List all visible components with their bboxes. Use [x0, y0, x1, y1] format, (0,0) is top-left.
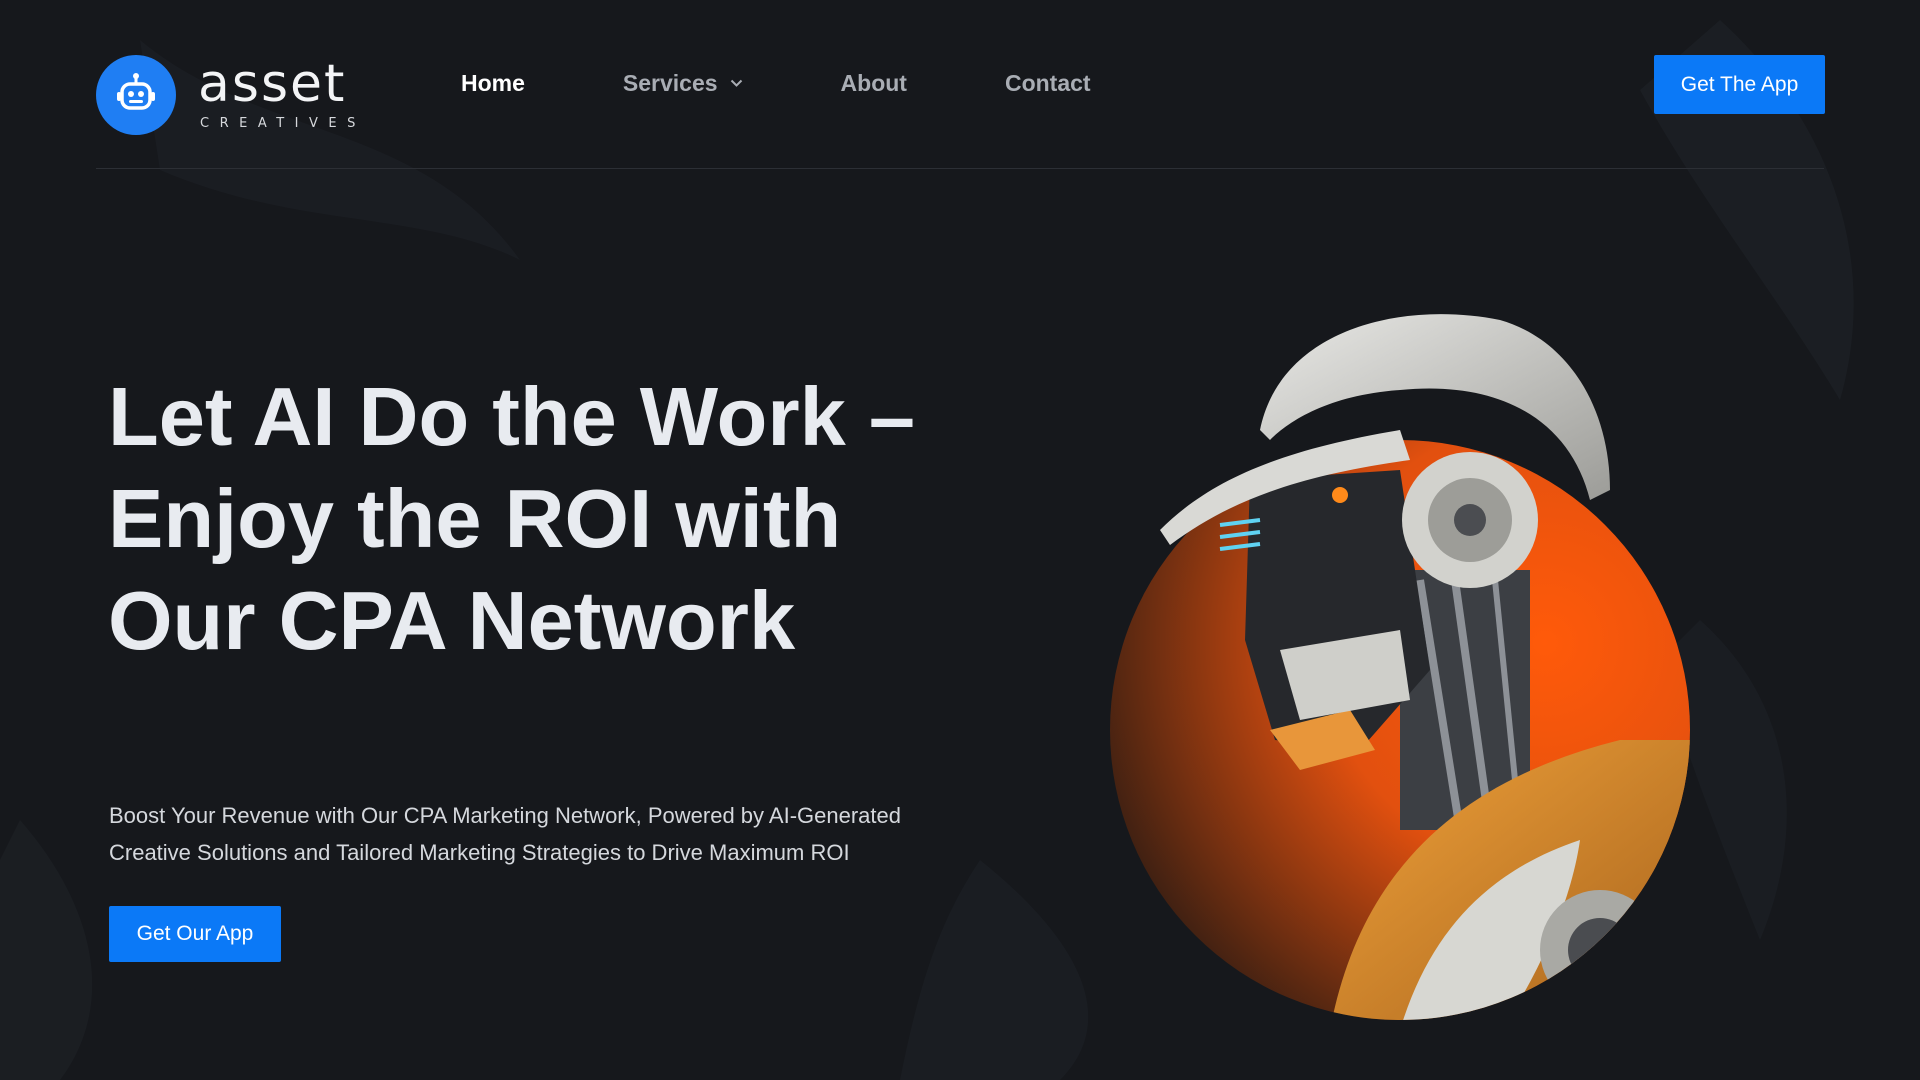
chevron-down-icon: [730, 79, 742, 87]
nav-about[interactable]: About: [841, 70, 907, 97]
get-our-app-button[interactable]: Get Our App: [109, 906, 281, 962]
nav-contact[interactable]: Contact: [1005, 70, 1091, 97]
nav-contact-label: Contact: [1004, 69, 1091, 96]
nav-about-label: About: [840, 69, 907, 96]
brand-logo[interactable]: asset CREATIVES: [96, 54, 396, 136]
hero-title: Let AI Do the Work – Enjoy the ROI with …: [108, 370, 916, 667]
brand-tagline: CREATIVES: [200, 115, 366, 131]
robot-icon: [96, 55, 176, 135]
get-the-app-button[interactable]: Get The App: [1654, 55, 1825, 114]
robot-illustration: [1110, 314, 1690, 1020]
brand-name: asset: [198, 53, 347, 114]
site-header: asset CREATIVES Home Services About Cont…: [96, 0, 1825, 169]
hero-subtitle: Boost Your Revenue with Our CPA Marketin…: [109, 803, 901, 865]
nav-services-label: Services: [622, 69, 718, 96]
nav-services[interactable]: Services: [623, 70, 743, 97]
nav-home-label: Home: [461, 69, 525, 96]
main-nav: Home Services About Contact: [461, 66, 1189, 100]
nav-home[interactable]: Home: [461, 70, 525, 97]
